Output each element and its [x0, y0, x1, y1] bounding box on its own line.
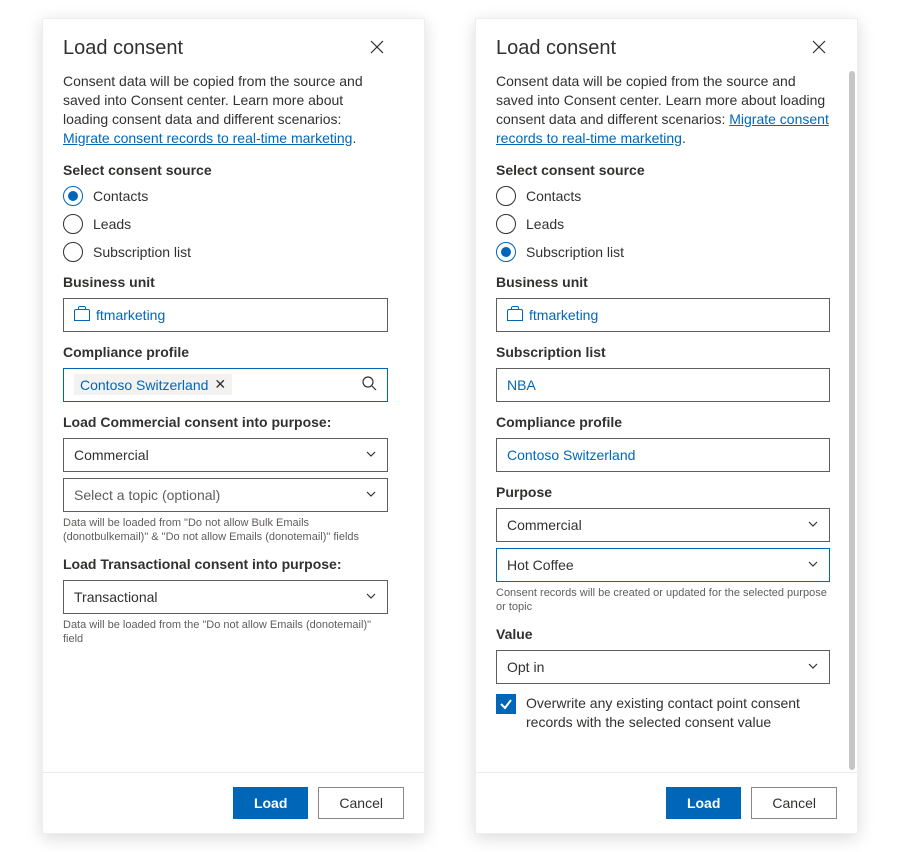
cancel-button[interactable]: Cancel — [751, 787, 837, 819]
business-unit-input[interactable]: ftmarketing — [63, 298, 388, 332]
load-button[interactable]: Load — [666, 787, 741, 819]
commercial-helper-text: Data will be loaded from "Do not allow B… — [63, 516, 388, 545]
select-value: Hot Coffee — [507, 557, 574, 573]
select-value: Commercial — [74, 447, 149, 463]
compliance-profile-label: Compliance profile — [63, 344, 388, 360]
checkbox-checked-icon — [496, 694, 516, 714]
compliance-profile-value: Contoso Switzerland — [507, 447, 635, 463]
radio-contacts[interactable]: Contacts — [63, 186, 388, 206]
intro-prefix: Consent data will be copied from the sou… — [63, 73, 363, 127]
subscription-list-value: NBA — [507, 377, 536, 393]
radio-label: Leads — [526, 216, 564, 232]
business-unit-input[interactable]: ftmarketing — [496, 298, 830, 332]
radio-subscription-list[interactable]: Subscription list — [63, 242, 388, 262]
value-select[interactable]: Opt in — [496, 650, 830, 684]
purpose-label: Purpose — [496, 484, 830, 500]
overwrite-label: Overwrite any existing contact point con… — [526, 694, 830, 732]
select-placeholder: Select a topic (optional) — [74, 487, 220, 503]
intro-suffix: . — [682, 130, 686, 146]
radio-label: Subscription list — [526, 244, 624, 260]
chevron-down-icon — [807, 557, 819, 573]
briefcase-icon — [74, 309, 90, 321]
intro-suffix: . — [352, 130, 356, 146]
radio-label: Subscription list — [93, 244, 191, 260]
close-button[interactable] — [808, 38, 830, 60]
topic-select[interactable]: Hot Coffee — [496, 548, 830, 582]
chevron-down-icon — [365, 447, 377, 463]
radio-subscription-list[interactable]: Subscription list — [496, 242, 830, 262]
compliance-profile-input[interactable]: Contoso Switzerland — [496, 438, 830, 472]
chevron-down-icon — [365, 487, 377, 503]
panel-title: Load consent — [496, 37, 616, 60]
source-label: Select consent source — [496, 162, 830, 178]
transactional-purpose-select[interactable]: Transactional — [63, 580, 388, 614]
radio-contacts[interactable]: Contacts — [496, 186, 830, 206]
radio-label: Contacts — [526, 188, 581, 204]
radio-icon — [496, 242, 516, 262]
compliance-profile-label: Compliance profile — [496, 414, 830, 430]
button-label: Load — [687, 795, 720, 811]
business-unit-value: ftmarketing — [96, 307, 165, 323]
radio-icon — [496, 186, 516, 206]
commercial-purpose-label: Load Commercial consent into purpose: — [63, 414, 388, 430]
value-label: Value — [496, 626, 830, 642]
radio-label: Contacts — [93, 188, 148, 204]
radio-icon — [496, 214, 516, 234]
business-unit-label: Business unit — [496, 274, 830, 290]
button-label: Load — [254, 795, 287, 811]
select-value: Transactional — [74, 589, 158, 605]
cancel-button[interactable]: Cancel — [318, 787, 404, 819]
select-value: Opt in — [507, 659, 544, 675]
radio-leads[interactable]: Leads — [63, 214, 388, 234]
radio-icon — [63, 214, 83, 234]
tag-remove-icon[interactable]: ✕ — [214, 376, 226, 393]
intro-text: Consent data will be copied from the sou… — [63, 72, 388, 148]
load-button[interactable]: Load — [233, 787, 308, 819]
chevron-down-icon — [807, 659, 819, 675]
subscription-list-label: Subscription list — [496, 344, 830, 360]
radio-leads[interactable]: Leads — [496, 214, 830, 234]
subscription-list-input[interactable]: NBA — [496, 368, 830, 402]
compliance-profile-tag: Contoso Switzerland ✕ — [74, 374, 232, 395]
radio-label: Leads — [93, 216, 131, 232]
overwrite-checkbox-row[interactable]: Overwrite any existing contact point con… — [496, 694, 830, 732]
transactional-helper-text: Data will be loaded from the "Do not all… — [63, 618, 388, 647]
commercial-topic-select[interactable]: Select a topic (optional) — [63, 478, 388, 512]
chevron-down-icon — [365, 589, 377, 605]
business-unit-value: ftmarketing — [529, 307, 598, 323]
button-label: Cancel — [339, 795, 383, 811]
search-icon[interactable] — [361, 375, 377, 394]
select-value: Commercial — [507, 517, 582, 533]
load-consent-panel-contacts: Load consent Consent data will be copied… — [42, 18, 425, 834]
purpose-helper-text: Consent records will be created or updat… — [496, 586, 830, 615]
load-consent-panel-subscription: Load consent Consent data will be copied… — [475, 18, 858, 834]
panel-footer: Load Cancel — [476, 772, 857, 833]
purpose-select[interactable]: Commercial — [496, 508, 830, 542]
briefcase-icon — [507, 309, 523, 321]
radio-icon — [63, 186, 83, 206]
close-button[interactable] — [366, 38, 388, 60]
business-unit-label: Business unit — [63, 274, 388, 290]
close-icon — [370, 40, 384, 57]
transactional-purpose-label: Load Transactional consent into purpose: — [63, 556, 388, 572]
source-label: Select consent source — [63, 162, 388, 178]
scrollbar[interactable] — [849, 71, 855, 770]
radio-icon — [63, 242, 83, 262]
close-icon — [812, 40, 826, 57]
tag-text: Contoso Switzerland — [80, 377, 208, 393]
commercial-purpose-select[interactable]: Commercial — [63, 438, 388, 472]
compliance-profile-lookup[interactable]: Contoso Switzerland ✕ — [63, 368, 388, 402]
button-label: Cancel — [772, 795, 816, 811]
panel-title: Load consent — [63, 37, 183, 60]
panel-footer: Load Cancel — [43, 772, 424, 833]
chevron-down-icon — [807, 517, 819, 533]
migrate-link[interactable]: Migrate consent records to real-time mar… — [63, 130, 352, 146]
intro-text: Consent data will be copied from the sou… — [496, 72, 830, 148]
